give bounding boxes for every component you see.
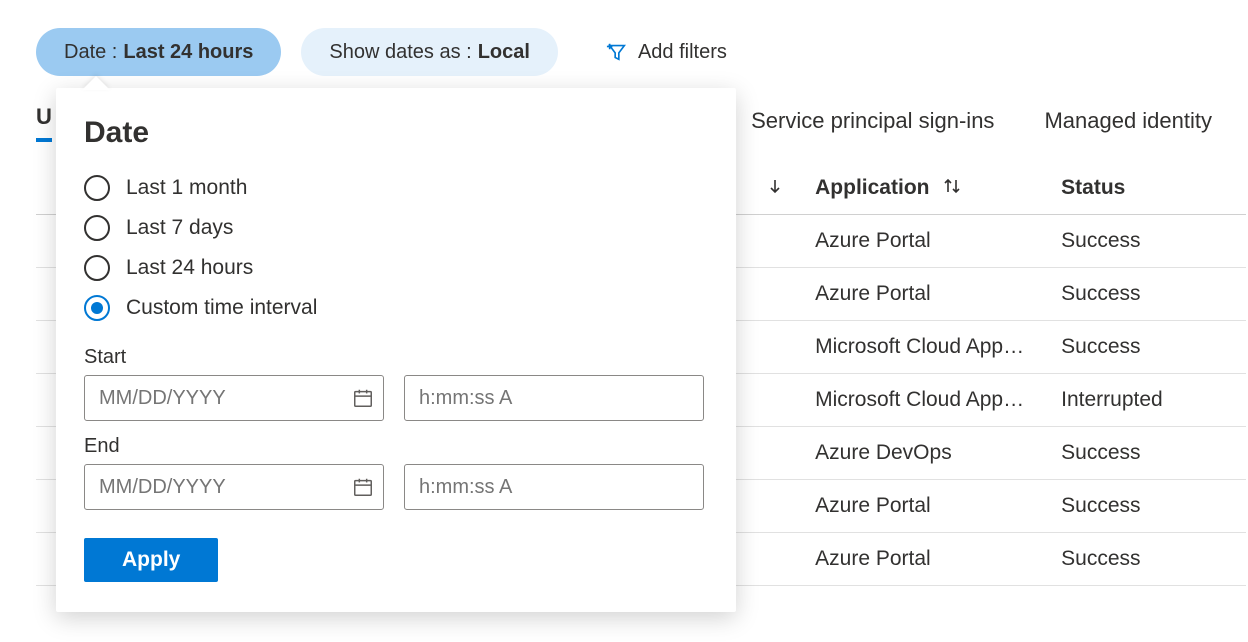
tab-managed-identity[interactable]: Managed identity [1044,108,1212,142]
end-date-input[interactable] [84,464,384,510]
add-filters-button[interactable]: Add filters [578,28,755,76]
cell-status: Success [1045,321,1246,374]
filter-showdates-value: Local [478,41,530,64]
filter-showdates-prefix: Show dates as : [329,41,471,64]
radio-label: Last 24 hours [126,256,253,280]
radio-last-7-days[interactable]: Last 7 days [84,208,708,248]
end-date-wrap [84,464,384,510]
end-time-input[interactable] [404,464,704,510]
cell-application: Microsoft Cloud App… [799,374,1045,427]
cell-status: Interrupted [1045,374,1246,427]
filter-date-pill[interactable]: Date : Last 24 hours [36,28,281,76]
cell-status: Success [1045,480,1246,533]
cell-application: Azure Portal [799,533,1045,586]
cell-application: Azure Portal [799,215,1045,268]
cell-application: Azure Portal [799,480,1045,533]
popover-title: Date [84,116,708,150]
cell-status: Success [1045,268,1246,321]
filter-date-value: Last 24 hours [123,41,253,64]
cell-status: Success [1045,215,1246,268]
column-status[interactable]: Status [1045,162,1246,215]
radio-label: Custom time interval [126,296,317,320]
tab-service-principal[interactable]: Service principal sign-ins [751,108,994,142]
filter-row: Date : Last 24 hours Show dates as : Loc… [0,0,1248,90]
end-input-row [84,464,708,510]
add-filters-label: Add filters [638,41,727,64]
column-application[interactable]: Application [799,162,1045,215]
cell-application: Azure DevOps [799,427,1045,480]
filter-show-dates-pill[interactable]: Show dates as : Local [301,28,558,76]
radio-custom-interval[interactable]: Custom time interval [84,288,708,328]
radio-last-24-hours[interactable]: Last 24 hours [84,248,708,288]
start-date-input[interactable] [84,375,384,421]
cell-status: Success [1045,533,1246,586]
column-status-label: Status [1061,176,1125,199]
start-label: Start [84,346,708,369]
apply-button[interactable]: Apply [84,538,218,582]
sort-down-icon[interactable] [767,176,783,200]
tab-user-signins[interactable]: U [36,104,52,142]
start-date-wrap [84,375,384,421]
filter-add-icon [606,41,628,63]
filter-date-prefix: Date : [64,41,117,64]
end-label: End [84,435,708,458]
radio-label: Last 1 month [126,176,247,200]
radio-last-1-month[interactable]: Last 1 month [84,168,708,208]
radio-icon [84,215,110,241]
radio-icon [84,255,110,281]
cell-status: Success [1045,427,1246,480]
cell-application: Azure Portal [799,268,1045,321]
radio-icon [84,295,110,321]
sort-updown-icon [943,176,961,200]
date-filter-popover: Date Last 1 month Last 7 days Last 24 ho… [56,88,736,612]
start-time-input[interactable] [404,375,704,421]
radio-label: Last 7 days [126,216,233,240]
column-application-label: Application [815,176,929,199]
radio-icon [84,175,110,201]
cell-application: Microsoft Cloud App… [799,321,1045,374]
date-radio-group: Last 1 month Last 7 days Last 24 hours C… [84,168,708,328]
start-input-row [84,375,708,421]
